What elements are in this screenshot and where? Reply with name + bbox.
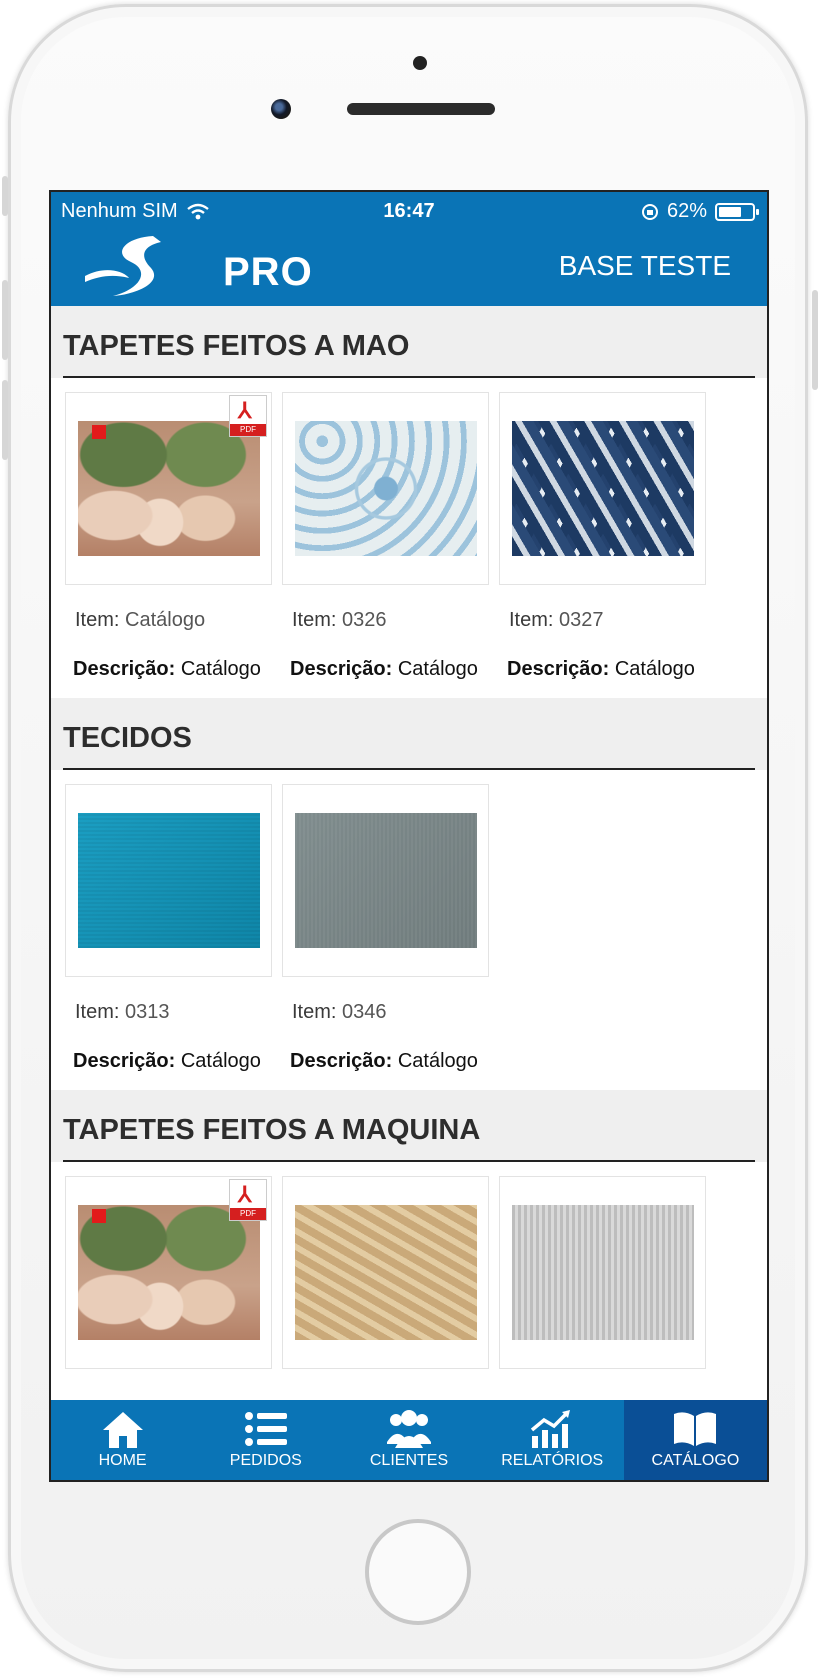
product-card[interactable]: Item: 0313 Descrição: Catálogo xyxy=(65,784,282,1073)
book-icon xyxy=(674,1412,717,1446)
battery-percent: 62% xyxy=(666,200,707,222)
section-body: ⅄ PDF Item: Catálogo Descrição: Catálogo… xyxy=(51,378,767,698)
description-line: Descrição: Catálogo xyxy=(507,658,695,680)
product-thumbnail[interactable] xyxy=(282,784,489,977)
home-icon xyxy=(102,1412,143,1448)
item-line: Item: 0313 xyxy=(75,1001,170,1023)
screen: Nenhum SIM 16:47 62% PRO BASE TESTE TAPE… xyxy=(49,190,769,1482)
section-title: TAPETES FEITOS A MAO xyxy=(63,330,410,362)
product-thumbnail[interactable]: ⅄ PDF xyxy=(65,1176,272,1369)
earpiece-speaker xyxy=(347,103,495,115)
tab-relatorios[interactable]: RELATÓRIOS xyxy=(481,1400,624,1480)
home-hardware-button[interactable] xyxy=(365,1519,471,1625)
power-button xyxy=(812,290,818,390)
product-card[interactable] xyxy=(499,1176,716,1369)
section-divider xyxy=(63,376,755,378)
section-header: TAPETES FEITOS A MAO xyxy=(51,306,767,378)
product-image xyxy=(512,1205,694,1340)
tab-pedidos[interactable]: PEDIDOS xyxy=(194,1400,337,1480)
section-header: TECIDOS xyxy=(51,698,767,770)
marker-square xyxy=(92,1209,106,1223)
product-thumbnail[interactable]: ⅄ PDF xyxy=(65,392,272,585)
pdf-icon: ⅄ PDF xyxy=(229,395,267,437)
chart-icon xyxy=(531,1410,571,1448)
app-logo: PRO xyxy=(83,232,312,302)
description-line: Descrição: Catálogo xyxy=(290,1050,478,1072)
product-thumbnail[interactable] xyxy=(282,392,489,585)
mute-switch xyxy=(2,176,8,216)
pdf-icon: ⅄ PDF xyxy=(229,1179,267,1221)
product-card[interactable]: Item: 0346 Descrição: Catálogo xyxy=(282,784,499,1073)
tab-catalogo[interactable]: CATÁLOGO xyxy=(623,1400,767,1480)
product-image xyxy=(78,421,260,556)
item-line: Item: 0346 xyxy=(292,1001,387,1023)
base-title[interactable]: BASE TESTE xyxy=(559,250,731,282)
tab-clientes[interactable]: CLIENTES xyxy=(337,1400,480,1480)
section-divider xyxy=(63,768,755,770)
status-bar: Nenhum SIM 16:47 62% xyxy=(51,192,767,228)
description-line: Descrição: Catálogo xyxy=(73,1050,261,1072)
status-right: 62% xyxy=(641,200,759,223)
orientation-lock-icon xyxy=(641,203,658,220)
logo-text: PRO xyxy=(223,250,313,294)
product-card[interactable]: ⅄ PDF xyxy=(65,1176,282,1369)
users-icon xyxy=(387,1410,431,1448)
front-camera xyxy=(271,99,291,119)
product-grid: ⅄ PDF xyxy=(51,1162,767,1369)
battery-icon xyxy=(715,202,759,221)
item-line: Item: 0326 xyxy=(292,609,387,631)
list-icon xyxy=(244,1412,287,1446)
section-body: Item: 0313 Descrição: Catálogo Item: 034… xyxy=(51,770,767,1090)
product-image xyxy=(295,421,477,556)
tab-home[interactable]: HOME xyxy=(51,1400,194,1480)
catalog-content[interactable]: TAPETES FEITOS A MAO ⅄ PDF Item: Catálog… xyxy=(51,306,767,1436)
logo-swoosh-icon xyxy=(85,236,161,296)
marker-square xyxy=(92,425,106,439)
product-thumbnail[interactable] xyxy=(499,392,706,585)
product-card[interactable]: Item: 0327 Descrição: Catálogo xyxy=(499,392,716,681)
app-header: PRO BASE TESTE xyxy=(51,228,767,306)
product-card[interactable] xyxy=(282,1176,499,1369)
product-thumbnail[interactable] xyxy=(282,1176,489,1369)
section-header: TAPETES FEITOS A MAQUINA xyxy=(51,1090,767,1162)
item-line: Item: Catálogo xyxy=(75,609,206,631)
product-card[interactable]: Item: 0326 Descrição: Catálogo xyxy=(282,392,499,681)
product-image xyxy=(512,421,694,556)
volume-down-button xyxy=(2,380,8,460)
bottom-tab-bar: HOME PEDIDOS CLIENTES RELATÓRIOS CATÁLOG… xyxy=(51,1400,767,1480)
section-title: TECIDOS xyxy=(63,722,192,754)
section-title: TAPETES FEITOS A MAQUINA xyxy=(63,1114,481,1146)
product-image xyxy=(78,1205,260,1340)
section-body: ⅄ PDF xyxy=(51,1162,767,1436)
product-thumbnail[interactable] xyxy=(499,1176,706,1369)
product-image xyxy=(295,1205,477,1340)
proximity-sensor xyxy=(413,56,427,70)
product-image xyxy=(78,813,260,948)
product-thumbnail[interactable] xyxy=(65,784,272,977)
description-line: Descrição: Catálogo xyxy=(290,658,478,680)
section-divider xyxy=(63,1160,755,1162)
item-line: Item: 0327 xyxy=(509,609,604,631)
product-image xyxy=(295,813,477,948)
description-line: Descrição: Catálogo xyxy=(73,658,261,680)
product-grid: ⅄ PDF Item: Catálogo Descrição: Catálogo… xyxy=(51,378,767,681)
product-card[interactable]: ⅄ PDF Item: Catálogo Descrição: Catálogo xyxy=(65,392,282,681)
volume-up-button xyxy=(2,280,8,360)
product-grid: Item: 0313 Descrição: Catálogo Item: 034… xyxy=(51,770,767,1073)
